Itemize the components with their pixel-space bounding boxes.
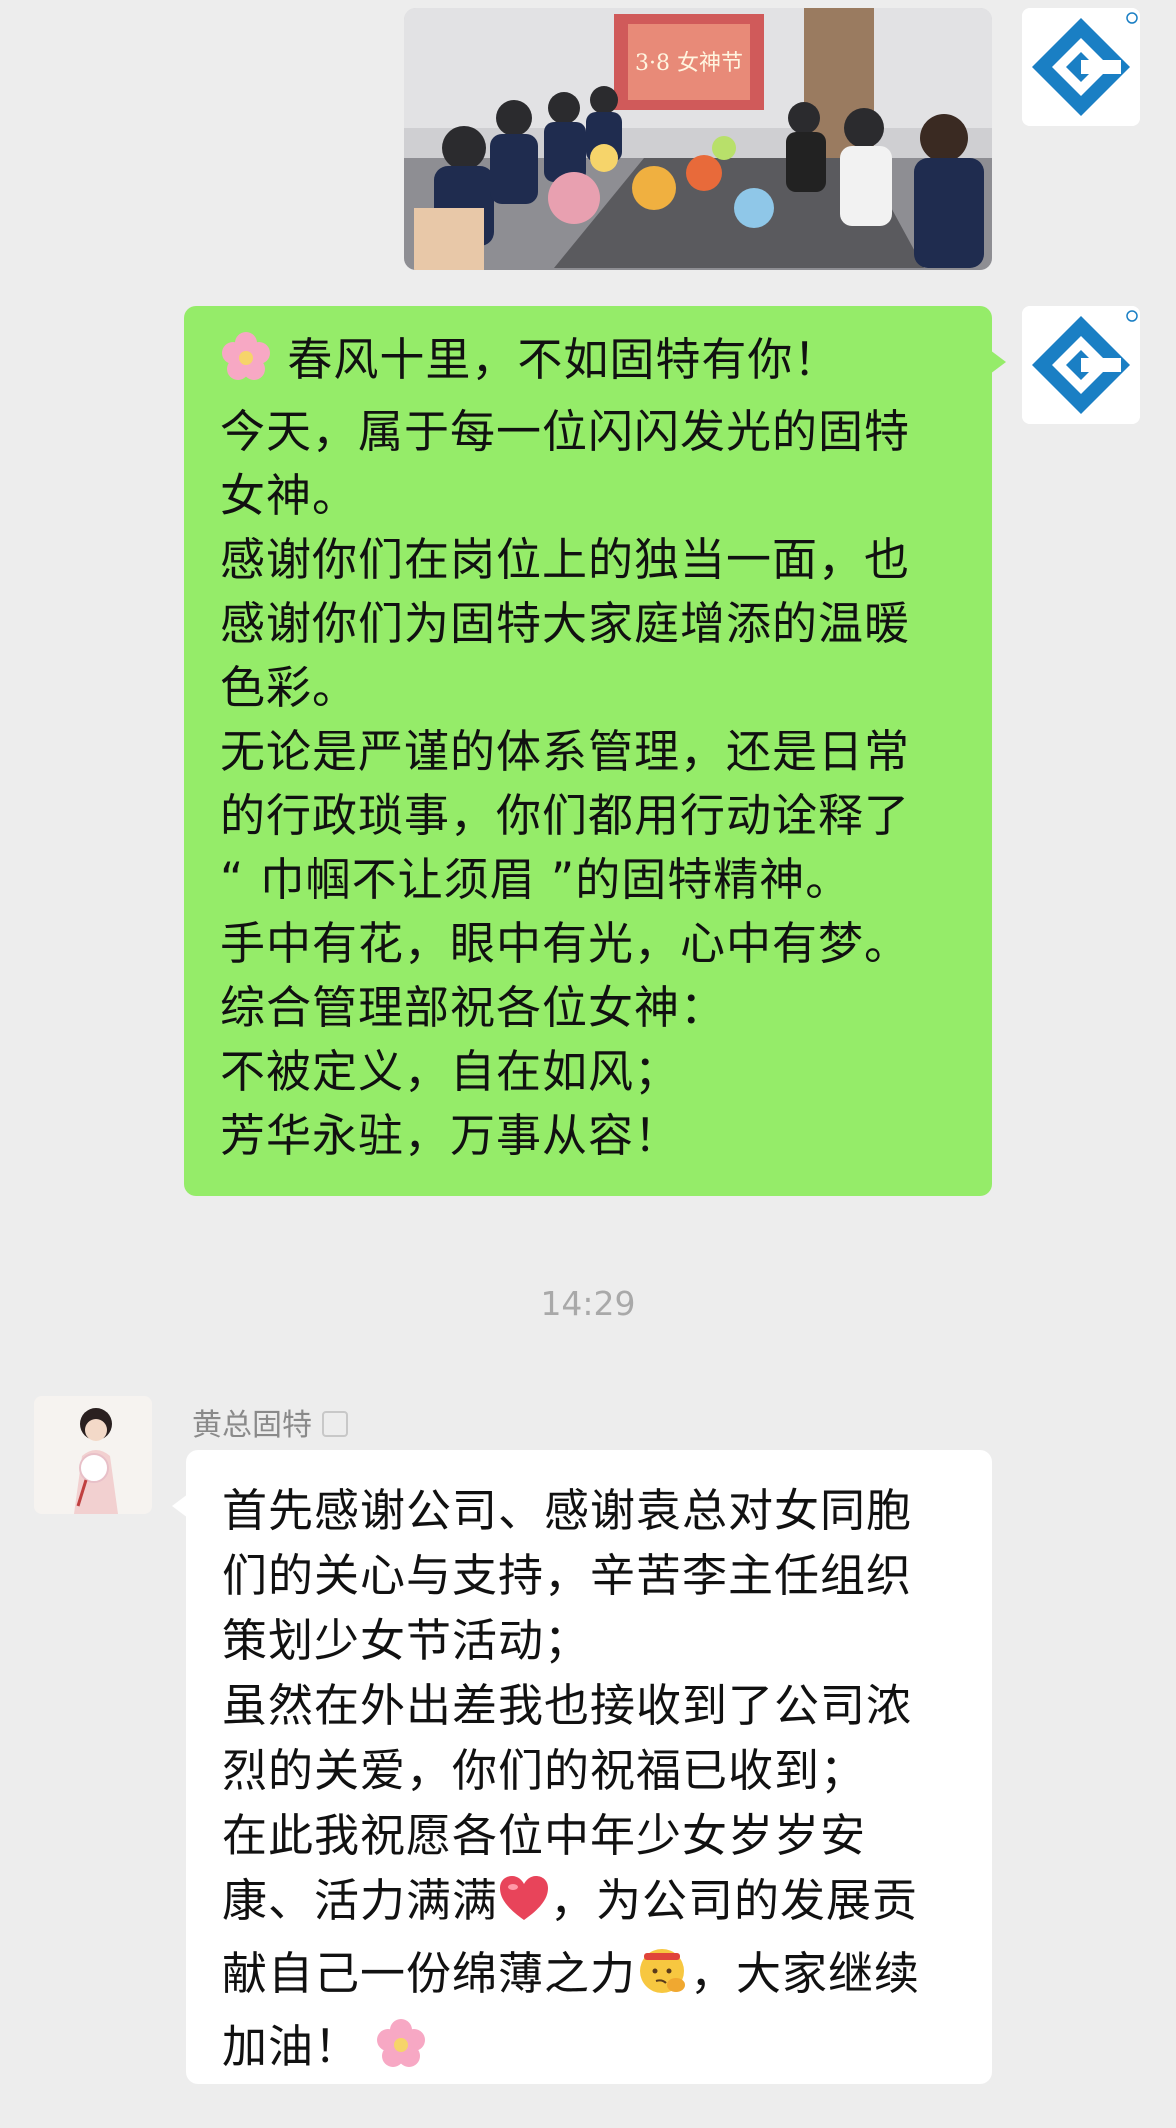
avatar-image xyxy=(34,1396,152,1514)
message-line: 虽然在外出差我也接收到了公司浓 xyxy=(222,1679,913,1732)
message-text: 献自己一份绵薄之力 xyxy=(222,1947,637,2000)
company-logo-avatar[interactable] xyxy=(1022,8,1140,126)
company-logo-icon xyxy=(1022,306,1140,424)
message-line: 的行政琐事，你们都用行动诠释了 xyxy=(220,789,911,842)
message-line: 加油！ xyxy=(222,2014,962,2087)
sent-text-message[interactable]: 春风十里，不如固特有你！ 今天，属于每一位闪闪发光的固特 女神。 感谢你们在岗位… xyxy=(184,306,1006,1196)
message-line: 烈的关爱，你们的祝福已收到； xyxy=(222,1744,867,1797)
sender-avatar[interactable] xyxy=(34,1396,152,1514)
message-line: 女神。 xyxy=(220,469,359,522)
message-text: ，为公司的发展贡 xyxy=(550,1874,919,1927)
message-line: 春风十里，不如固特有你！ xyxy=(220,328,958,400)
group-photo-image: 3·8 女神节 xyxy=(404,8,992,270)
photo-message[interactable]: 3·8 女神节 xyxy=(404,8,992,270)
received-text-message[interactable]: 首先感谢公司、感谢袁总对女同胞 们的关心与支持，辛苦李主任组织 策划少女节活动；… xyxy=(172,1450,992,2087)
company-logo-icon xyxy=(1022,8,1140,126)
message-text: ，大家继续 xyxy=(690,1947,921,2000)
banner-text: 3·8 女神节 xyxy=(635,51,743,76)
message-line: 不被定义，自在如风； xyxy=(220,1045,681,1098)
message-line: 献自己一份绵薄之力 ，大家继续 xyxy=(222,1941,962,2014)
flower-emoji-icon xyxy=(220,331,272,400)
message-line: 们的关心与支持，辛苦李主任组织 xyxy=(222,1549,913,1602)
chat-timestamp: 14:29 xyxy=(540,1284,636,1323)
message-line: 策划少女节活动； xyxy=(222,1614,591,1667)
sender-name: 黄总固特 xyxy=(192,1400,348,1444)
message-line: 手中有花，眼中有光，心中有梦。 xyxy=(220,917,911,970)
identity-badge-icon xyxy=(322,1411,348,1437)
flower-emoji-icon xyxy=(375,2018,427,2087)
message-text: 春风十里，不如固特有你！ xyxy=(287,333,840,386)
message-line: 色彩。 xyxy=(220,661,359,714)
heart-emoji-icon xyxy=(498,1874,550,1941)
message-line: 在此我祝愿各位中年少女岁岁安 xyxy=(222,1809,867,1862)
message-line: 综合管理部祝各位女神： xyxy=(220,981,727,1034)
message-line: 芳华永驻，万事从容！ xyxy=(220,1109,681,1162)
message-line: 首先感谢公司、感谢袁总对女同胞 xyxy=(222,1484,913,1537)
message-text: 康、活力满满 xyxy=(222,1874,499,1927)
message-line: 感谢你们为固特大家庭增添的温暖 xyxy=(220,597,911,650)
sender-name-text: 黄总固特 xyxy=(192,1408,312,1443)
salute-emoji-icon xyxy=(636,1943,690,2014)
message-line: 今天，属于每一位闪闪发光的固特 xyxy=(220,405,911,458)
message-line: 康、活力满满 ，为公司的发展贡 xyxy=(222,1868,962,1941)
company-logo-avatar[interactable] xyxy=(1022,306,1140,424)
message-line: 感谢你们在岗位上的独当一面，也 xyxy=(220,533,911,586)
message-line: “ 巾帼不让须眉 ”的固特精神。 xyxy=(220,853,852,906)
message-line: 无论是严谨的体系管理，还是日常 xyxy=(220,725,911,778)
message-text: 加油！ xyxy=(222,2020,361,2073)
